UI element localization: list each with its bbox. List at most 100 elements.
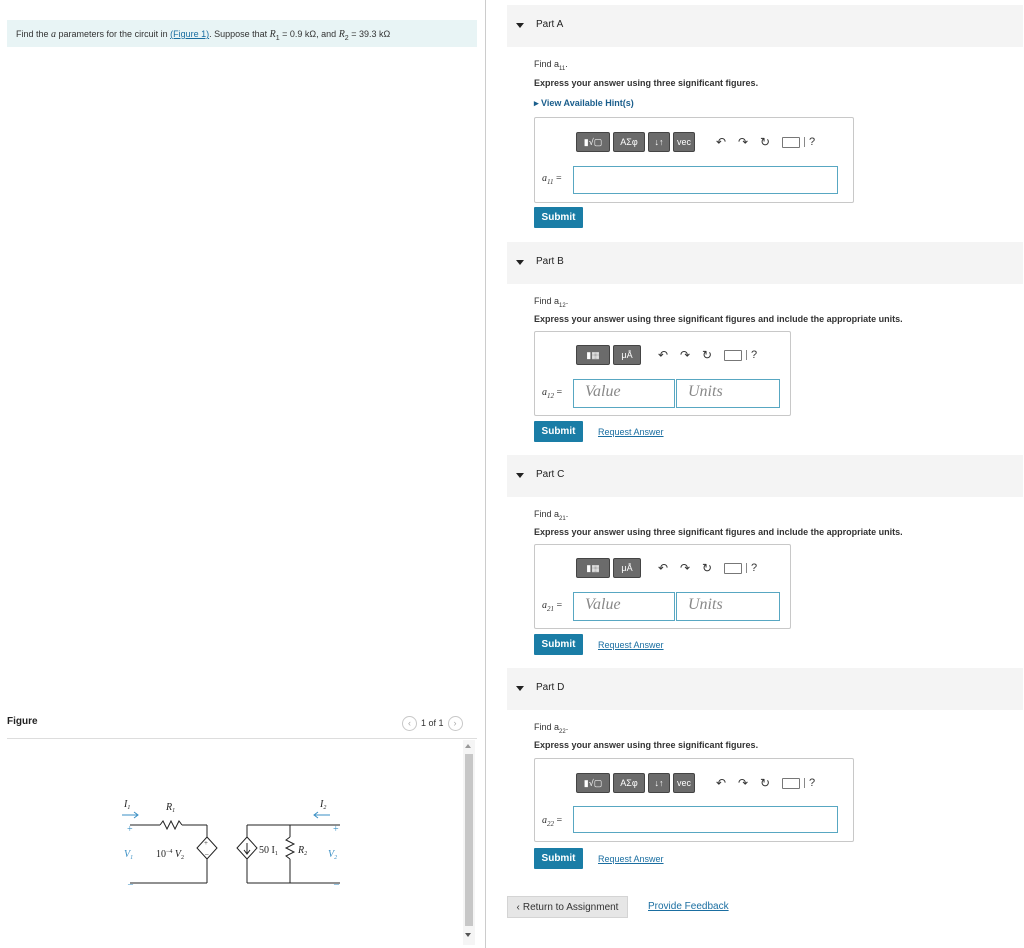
scroll-thumb[interactable] (465, 754, 473, 926)
figure-title: Figure (7, 716, 38, 727)
next-figure-button[interactable]: › (447, 715, 463, 731)
toolbar-separator (746, 350, 747, 360)
equals: = (554, 600, 563, 611)
part-a-toolbar: ▮√▢ ΑΣφ ↓↑ vec ↶ ↷ ↻ ? (576, 132, 815, 152)
keyboard-icon[interactable] (782, 136, 800, 148)
problem-prefix: Find the (16, 29, 52, 39)
scroll-down-icon[interactable] (465, 933, 471, 937)
label-sub: 21 (547, 605, 554, 613)
prev-figure-button[interactable]: ‹ (402, 715, 417, 731)
label-sub: 12 (547, 392, 554, 400)
part-d-input[interactable] (573, 806, 838, 833)
units-placeholder: Units (688, 383, 723, 400)
redo-icon[interactable]: ↷ (734, 135, 752, 149)
reset-icon[interactable]: ↻ (756, 135, 774, 149)
find-text: Find a (534, 509, 560, 519)
view-hints-link[interactable]: ▸ View Available Hint(s) (534, 98, 634, 109)
dep-voltage-minus: – (204, 850, 209, 858)
part-b-value-input[interactable]: Value (573, 379, 675, 408)
part-a-submit-button[interactable]: Submit (534, 207, 583, 228)
redo-icon[interactable]: ↷ (734, 776, 752, 790)
r2-value: = 39.3 kΩ (348, 29, 391, 39)
part-d-instruction: Express your answer using three signific… (534, 740, 759, 750)
r1-value: = 0.9 kΩ (279, 29, 317, 39)
help-icon[interactable]: ? (809, 136, 815, 148)
part-b-title: Part B (536, 256, 564, 267)
redo-icon[interactable]: ↷ (676, 561, 694, 575)
part-b-find: Find a12. (534, 296, 569, 309)
part-a-input[interactable] (573, 166, 838, 194)
reset-icon[interactable]: ↻ (698, 348, 716, 362)
templates-button[interactable]: ▮▦ (576, 558, 610, 578)
part-a-label: a11 = (542, 173, 562, 186)
arrows-button[interactable]: ↓↑ (648, 773, 670, 793)
undo-icon[interactable]: ↶ (654, 348, 672, 362)
collapse-triangle-icon (516, 686, 524, 691)
part-c-header[interactable]: Part C (507, 455, 1023, 497)
help-icon[interactable]: ? (751, 349, 757, 361)
keyboard-icon[interactable] (782, 777, 800, 789)
symbols-button[interactable]: ΑΣφ (613, 132, 645, 152)
symbols-button[interactable]: ΑΣφ (613, 773, 645, 793)
units-button[interactable]: μÅ (613, 558, 641, 578)
part-b-submit-button[interactable]: Submit (534, 421, 583, 442)
scroll-up-icon[interactable] (465, 744, 471, 748)
dep-voltage-label: 10−4 V2 (156, 849, 184, 861)
units-button[interactable]: μÅ (613, 345, 641, 365)
problem-text: Find the a parameters for the circuit in… (16, 29, 390, 42)
part-c-submit-button[interactable]: Submit (534, 634, 583, 655)
templates-icon: ▮√▢ (583, 777, 603, 788)
help-icon[interactable]: ? (809, 777, 815, 789)
part-c-units-input[interactable]: Units (676, 592, 780, 621)
templates-button[interactable]: ▮√▢ (576, 132, 610, 152)
figure-pager: ‹ 1 of 1 › (402, 715, 463, 731)
equals: = (554, 387, 563, 398)
part-d-submit-button[interactable]: Submit (534, 848, 583, 869)
templates-button[interactable]: ▮▦ (576, 345, 610, 365)
undo-icon[interactable]: ↶ (712, 135, 730, 149)
part-d-header[interactable]: Part D (507, 668, 1023, 710)
figure-scrollbar[interactable] (463, 740, 475, 945)
reset-icon[interactable]: ↻ (756, 776, 774, 790)
help-icon[interactable]: ? (751, 562, 757, 574)
arrows-button[interactable]: ↓↑ (648, 132, 670, 152)
undo-icon[interactable]: ↶ (654, 561, 672, 575)
figure-link[interactable]: (Figure 1) (170, 29, 209, 39)
provide-feedback-link[interactable]: Provide Feedback (648, 901, 729, 912)
return-label: Return to Assignment (522, 901, 619, 913)
reset-icon[interactable]: ↻ (698, 561, 716, 575)
value-placeholder: Value (585, 596, 621, 613)
part-b-label: a12 = (542, 387, 562, 400)
templates-icon: ▮√▢ (583, 136, 603, 147)
vec-button[interactable]: vec (673, 773, 695, 793)
collapse-triangle-icon (516, 260, 524, 265)
templates-icon: ▮▦ (586, 349, 600, 360)
part-a-header[interactable]: Part A (507, 5, 1023, 47)
part-d-label: a22 = (542, 815, 562, 828)
chevron-left-icon: ‹ (516, 901, 520, 913)
resistor-r2 (284, 836, 296, 860)
templates-button[interactable]: ▮√▢ (576, 773, 610, 793)
v2-plus: + (333, 824, 339, 835)
part-c-value-input[interactable]: Value (573, 592, 675, 621)
part-b-units-input[interactable]: Units (676, 379, 780, 408)
templates-icon: ▮▦ (586, 562, 600, 573)
find-text: Find a (534, 722, 560, 732)
column-divider (485, 0, 486, 948)
problem-middle: parameters for the circuit in (56, 29, 171, 39)
part-c-request-answer-link[interactable]: Request Answer (598, 640, 664, 650)
part-d-answer-box: ▮√▢ ΑΣφ ↓↑ vec ↶ ↷ ↻ ? a22 = (534, 758, 854, 842)
keyboard-icon[interactable] (724, 349, 742, 361)
part-d-request-answer-link[interactable]: Request Answer (598, 854, 664, 864)
part-b-request-answer-link[interactable]: Request Answer (598, 427, 664, 437)
undo-icon[interactable]: ↶ (712, 776, 730, 790)
part-b-header[interactable]: Part B (507, 242, 1023, 284)
redo-icon[interactable]: ↷ (676, 348, 694, 362)
keyboard-icon[interactable] (724, 562, 742, 574)
part-b-instruction: Express your answer using three signific… (534, 314, 903, 324)
part-a-find: Find a11. (534, 59, 568, 72)
part-a-title: Part A (536, 19, 564, 30)
part-b-answer-box: ▮▦ μÅ ↶ ↷ ↻ ? a12 = Value Units (534, 331, 791, 416)
return-to-assignment-button[interactable]: ‹ Return to Assignment (507, 896, 628, 918)
vec-button[interactable]: vec (673, 132, 695, 152)
